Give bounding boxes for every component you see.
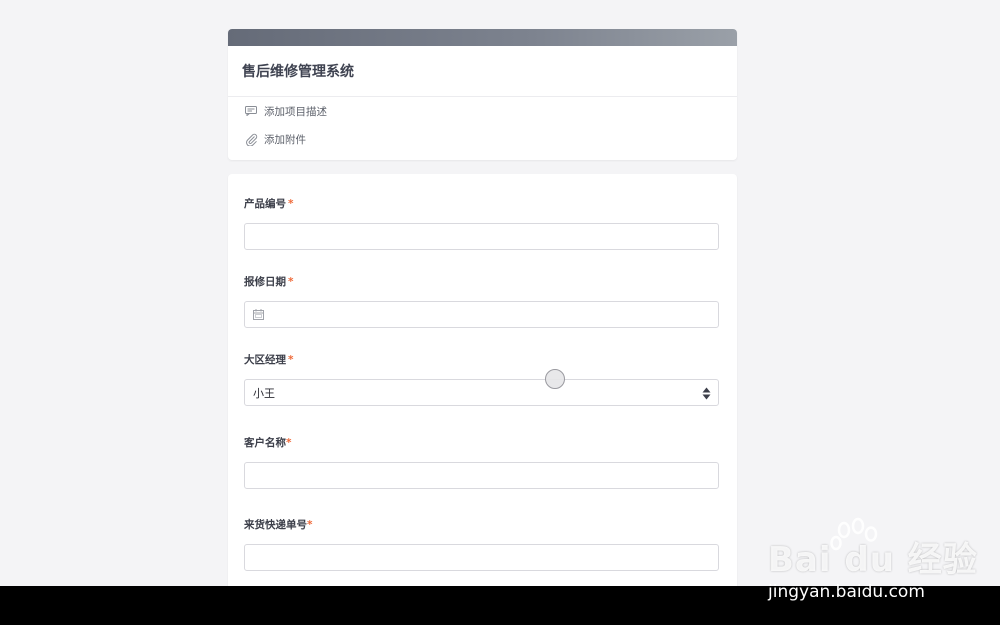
field-customer-name: 客户名称* (244, 436, 719, 489)
form-title: 售后维修管理系统 (228, 46, 737, 97)
watermark-url: jingyan.baidu.com (768, 582, 925, 602)
required-mark: * (288, 276, 294, 288)
mouse-cursor (545, 369, 565, 389)
required-mark: * (288, 354, 294, 366)
regional-manager-value: 小王 (253, 386, 275, 400)
form-header-card: 售后维修管理系统 添加项目描述 添加附件 (228, 29, 737, 160)
regional-manager-select[interactable]: 小王 (244, 379, 719, 406)
product-no-input[interactable] (244, 223, 719, 250)
customer-name-input[interactable] (244, 462, 719, 489)
field-regional-manager: 大区经理 * 小王 (244, 353, 719, 406)
add-description-button[interactable]: 添加项目描述 (228, 97, 737, 125)
regional-manager-label: 大区经理 (244, 354, 286, 366)
add-attachment-button[interactable]: 添加附件 (228, 125, 737, 153)
tracking-no-label: 来货快递单号 (244, 519, 307, 531)
field-repair-date: 报修日期 * (244, 275, 719, 328)
select-arrows-icon (702, 387, 711, 400)
calendar-icon (253, 308, 265, 321)
add-attachment-label: 添加附件 (264, 133, 306, 146)
watermark-logo: Bai du 经验 (768, 540, 978, 580)
customer-name-label: 客户名称 (244, 437, 286, 449)
product-no-label: 产品编号 (244, 198, 286, 210)
add-description-label: 添加项目描述 (264, 105, 327, 118)
repair-date-input[interactable] (244, 301, 719, 328)
repair-date-label: 报修日期 (244, 276, 286, 288)
required-mark: * (307, 519, 313, 531)
field-product-no: 产品编号 * (244, 197, 719, 250)
tracking-no-input[interactable] (244, 544, 719, 571)
comment-icon (244, 104, 258, 118)
required-mark: * (288, 198, 294, 210)
required-mark: * (286, 437, 292, 449)
header-banner (228, 29, 737, 46)
form-body-card: 产品编号 * 报修日期 * 大区经理 * 小王 客户名称* 来货快递单号* (228, 174, 737, 594)
paperclip-icon (244, 132, 258, 146)
field-tracking-no: 来货快递单号* (244, 518, 719, 571)
